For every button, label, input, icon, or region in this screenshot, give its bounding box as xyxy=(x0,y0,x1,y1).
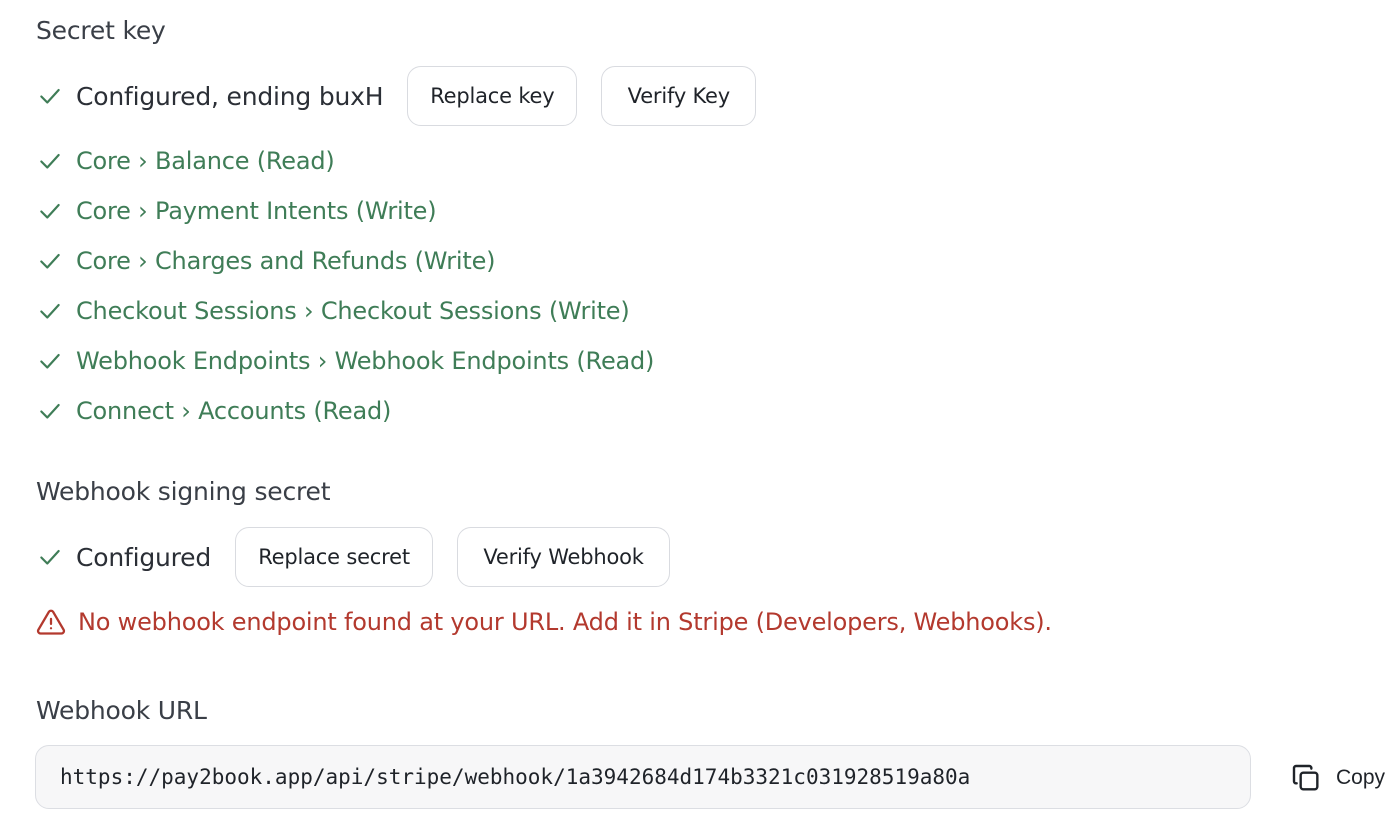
permission-label: Connect › Accounts (Read) xyxy=(76,397,392,425)
check-icon xyxy=(36,297,64,325)
permission-item: Checkout Sessions › Checkout Sessions (W… xyxy=(36,286,654,336)
verify-webhook-button[interactable]: Verify Webhook xyxy=(457,527,671,587)
check-icon xyxy=(36,197,64,225)
permission-list: Core › Balance (Read) Core › Payment Int… xyxy=(36,136,654,436)
permission-label: Checkout Sessions › Checkout Sessions (W… xyxy=(76,297,630,325)
permission-item: Core › Balance (Read) xyxy=(36,136,654,186)
webhook-secret-heading: Webhook signing secret xyxy=(36,477,331,506)
webhook-url-field[interactable]: https://pay2book.app/api/stripe/webhook/… xyxy=(35,745,1251,809)
check-icon xyxy=(36,347,64,375)
permission-label: Webhook Endpoints › Webhook Endpoints (R… xyxy=(76,347,655,375)
warning-triangle-icon xyxy=(36,607,66,637)
copy-url-button[interactable]: Copy xyxy=(1290,757,1385,799)
verify-key-button[interactable]: Verify Key xyxy=(601,66,757,126)
replace-secret-button[interactable]: Replace secret xyxy=(235,527,434,587)
check-icon xyxy=(36,543,64,571)
permission-label: Core › Balance (Read) xyxy=(76,147,335,175)
check-icon xyxy=(36,147,64,175)
permission-item: Webhook Endpoints › Webhook Endpoints (R… xyxy=(36,336,654,386)
copy-label: Copy xyxy=(1336,766,1386,789)
check-icon xyxy=(36,397,64,425)
webhook-secret-status-row: Configured Replace secret Verify Webhook xyxy=(36,527,671,587)
permission-item: Core › Payment Intents (Write) xyxy=(36,186,654,236)
webhook-url-heading: Webhook URL xyxy=(36,696,207,725)
permission-label: Core › Charges and Refunds (Write) xyxy=(76,247,496,275)
secret-key-heading: Secret key xyxy=(36,16,166,45)
permission-item: Connect › Accounts (Read) xyxy=(36,386,654,436)
stripe-settings-panel: Secret key Configured, ending buxH Repla… xyxy=(0,0,1400,829)
webhook-warning: No webhook endpoint found at your URL. A… xyxy=(36,602,1052,642)
secret-key-status-row: Configured, ending buxH Replace key Veri… xyxy=(36,66,757,126)
webhook-url-value: https://pay2book.app/api/stripe/webhook/… xyxy=(60,765,971,789)
warning-text: No webhook endpoint found at your URL. A… xyxy=(78,608,1052,636)
copy-icon xyxy=(1290,762,1322,794)
permission-item: Core › Charges and Refunds (Write) xyxy=(36,236,654,286)
webhook-secret-status: Configured xyxy=(76,542,212,572)
check-icon xyxy=(36,247,64,275)
secret-key-status: Configured, ending buxH xyxy=(76,81,384,111)
permission-label: Core › Payment Intents (Write) xyxy=(76,197,437,225)
replace-key-button[interactable]: Replace key xyxy=(407,66,578,126)
check-icon xyxy=(36,82,64,110)
